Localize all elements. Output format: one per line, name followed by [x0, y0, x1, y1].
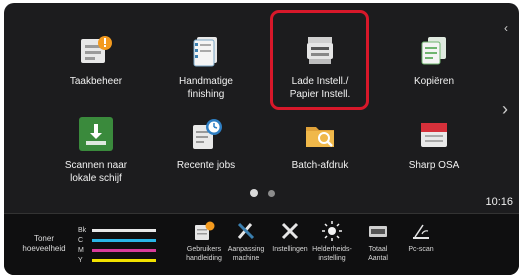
tile-label: Kopiëren	[413, 76, 455, 87]
tile-label: Recente jobs	[176, 160, 236, 171]
dock-totaal-aantal[interactable]: Totaal Aantal	[356, 220, 400, 263]
tile-recente-jobs[interactable]: Recente jobs	[156, 99, 256, 189]
batch-print-icon	[303, 117, 337, 151]
dock-label: Gebruikers handleiding	[186, 246, 222, 262]
dock-label: Helderheids- instelling	[312, 246, 352, 262]
toner-key: Y	[78, 256, 83, 264]
tile-taakbeheer[interactable]: Taakbeheer	[46, 15, 146, 105]
dock-label: Aanpassing machine	[227, 246, 265, 262]
tile-label: Handmatige finishing	[179, 76, 233, 100]
page-indicator	[250, 189, 275, 197]
tile-label: Sharp OSA	[408, 160, 460, 171]
dock-label: Totaal Aantal	[368, 246, 388, 262]
dock-label: Instellingen	[272, 246, 308, 253]
tile-handmatige-finishing[interactable]: Handmatige finishing	[156, 15, 256, 105]
tile-label: Taakbeheer	[69, 76, 123, 87]
toner-row-bk: Bk	[78, 226, 156, 234]
tile-label: Scannen naar lokale schijf	[64, 160, 128, 184]
recent-jobs-icon	[189, 117, 223, 151]
toner-key: C	[78, 236, 84, 244]
settings-icon	[279, 220, 301, 242]
tile-sharp-osa[interactable]: Sharp OSA	[384, 99, 484, 189]
toner-key: Bk	[78, 226, 87, 234]
machine-adjust-icon	[235, 220, 257, 242]
dock-pc-scan[interactable]: Pc-scan	[399, 220, 443, 254]
home-screen: Taakbeheer Handmatige finishing Lade Ins…	[4, 3, 519, 275]
toner-bar-m	[92, 248, 156, 252]
toner-status: Toner hoeveelheid Bk C M Y	[14, 224, 156, 270]
collapse-arrow-icon[interactable]: ‹	[504, 21, 508, 35]
toner-bar-c	[92, 238, 156, 242]
tile-batch-afdruk[interactable]: Batch-afdruk	[270, 99, 370, 189]
counter-icon	[367, 220, 389, 242]
bottom-dock: Toner hoeveelheid Bk C M Y Gebruikers ha…	[4, 213, 519, 275]
toner-row-c: C	[78, 236, 156, 244]
toner-bar-y	[92, 258, 156, 262]
dock-gebruikers-handleiding[interactable]: Gebruikers handleiding	[182, 220, 226, 263]
finishing-icon	[189, 33, 223, 67]
toner-row-y: Y	[78, 256, 156, 264]
selection-highlight	[270, 10, 369, 110]
page-dot-active[interactable]	[250, 189, 258, 197]
tile-kopieren[interactable]: Kopiëren	[384, 15, 484, 105]
scan-to-disk-icon	[79, 117, 113, 151]
user-manual-icon	[193, 220, 215, 242]
clock: 10:16	[485, 196, 513, 208]
copy-icon	[417, 33, 451, 67]
toner-label: Toner hoeveelheid	[22, 234, 66, 253]
job-status-icon	[79, 33, 113, 67]
toner-row-m: M	[78, 246, 156, 254]
pc-scan-icon	[410, 220, 432, 242]
toner-key: M	[78, 246, 84, 254]
tile-scannen-naar-lokale-schijf[interactable]: Scannen naar lokale schijf	[46, 99, 146, 189]
dock-helderheids-instelling[interactable]: Helderheids- instelling	[310, 220, 354, 263]
sharp-osa-icon	[417, 117, 451, 151]
dock-aanpassing-machine[interactable]: Aanpassing machine	[224, 220, 268, 263]
page-dot[interactable]	[268, 189, 275, 197]
dock-label: Pc-scan	[408, 246, 434, 253]
tile-label: Batch-afdruk	[291, 160, 349, 171]
next-page-arrow-icon[interactable]: ›	[502, 99, 508, 120]
toner-bar-bk	[92, 228, 156, 232]
dock-instellingen[interactable]: Instellingen	[268, 220, 312, 254]
brightness-icon	[321, 220, 343, 242]
